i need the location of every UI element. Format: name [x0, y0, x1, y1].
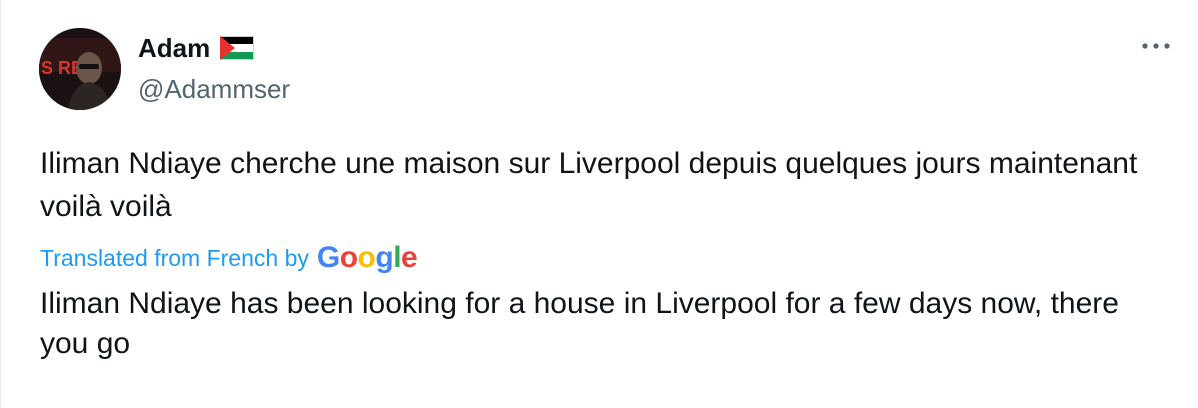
author-handle[interactable]: @Adammser	[138, 74, 290, 104]
translated-from-label[interactable]: Translated from French by	[40, 243, 309, 273]
google-logo: Google	[316, 241, 418, 274]
avatar[interactable]: S RE	[39, 28, 121, 110]
google-letter: g	[375, 241, 394, 274]
google-letter: l	[393, 241, 402, 274]
google-letter: G	[316, 241, 340, 274]
google-letter: o	[339, 241, 358, 274]
google-letter: o	[357, 241, 376, 274]
palestine-flag-icon	[220, 36, 255, 60]
more-horizontal-icon[interactable]	[1141, 36, 1171, 56]
author-name-row[interactable]: Adam	[138, 33, 255, 63]
display-name[interactable]: Adam	[138, 33, 210, 63]
tweet-card: S RE Adam @Adammser Iliman Ndiaye cherch…	[0, 0, 1198, 408]
google-letter: e	[401, 241, 418, 274]
translated-text: Iliman Ndiaye has been looking for a hou…	[40, 287, 1119, 360]
avatar-image: S RE	[39, 28, 121, 110]
tweet-text: Iliman Ndiaye cherche une maison sur Liv…	[40, 147, 1138, 223]
translation-attribution: Translated from French by Google	[40, 238, 418, 278]
